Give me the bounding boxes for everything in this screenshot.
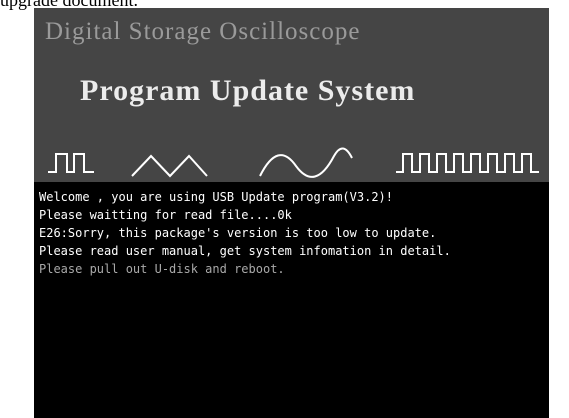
header-banner: Digital Storage Oscilloscope Program Upd… — [34, 8, 549, 182]
sine-wave-icon — [259, 147, 353, 178]
log-line: E26:Sorry, this package's version is too… — [39, 226, 437, 240]
log-line: Please read user manual, get system info… — [39, 244, 451, 258]
system-title: Program Update System — [80, 74, 416, 107]
triangle-wave-icon — [131, 154, 208, 178]
device-subtitle: Digital Storage Oscilloscope — [45, 18, 361, 45]
short-square-wave-icon — [48, 153, 94, 173]
log-line: Welcome , you are using USB Update progr… — [39, 190, 394, 204]
log-line: Please pull out U-disk and reboot. — [39, 262, 285, 276]
oscilloscope-screen: Digital Storage Oscilloscope Program Upd… — [34, 8, 549, 418]
log-line: Please waitting for read file....0k — [39, 208, 292, 222]
update-log: Welcome , you are using USB Update progr… — [39, 188, 544, 278]
waveform-graphics — [48, 147, 539, 178]
long-square-wave-icon — [396, 153, 539, 173]
